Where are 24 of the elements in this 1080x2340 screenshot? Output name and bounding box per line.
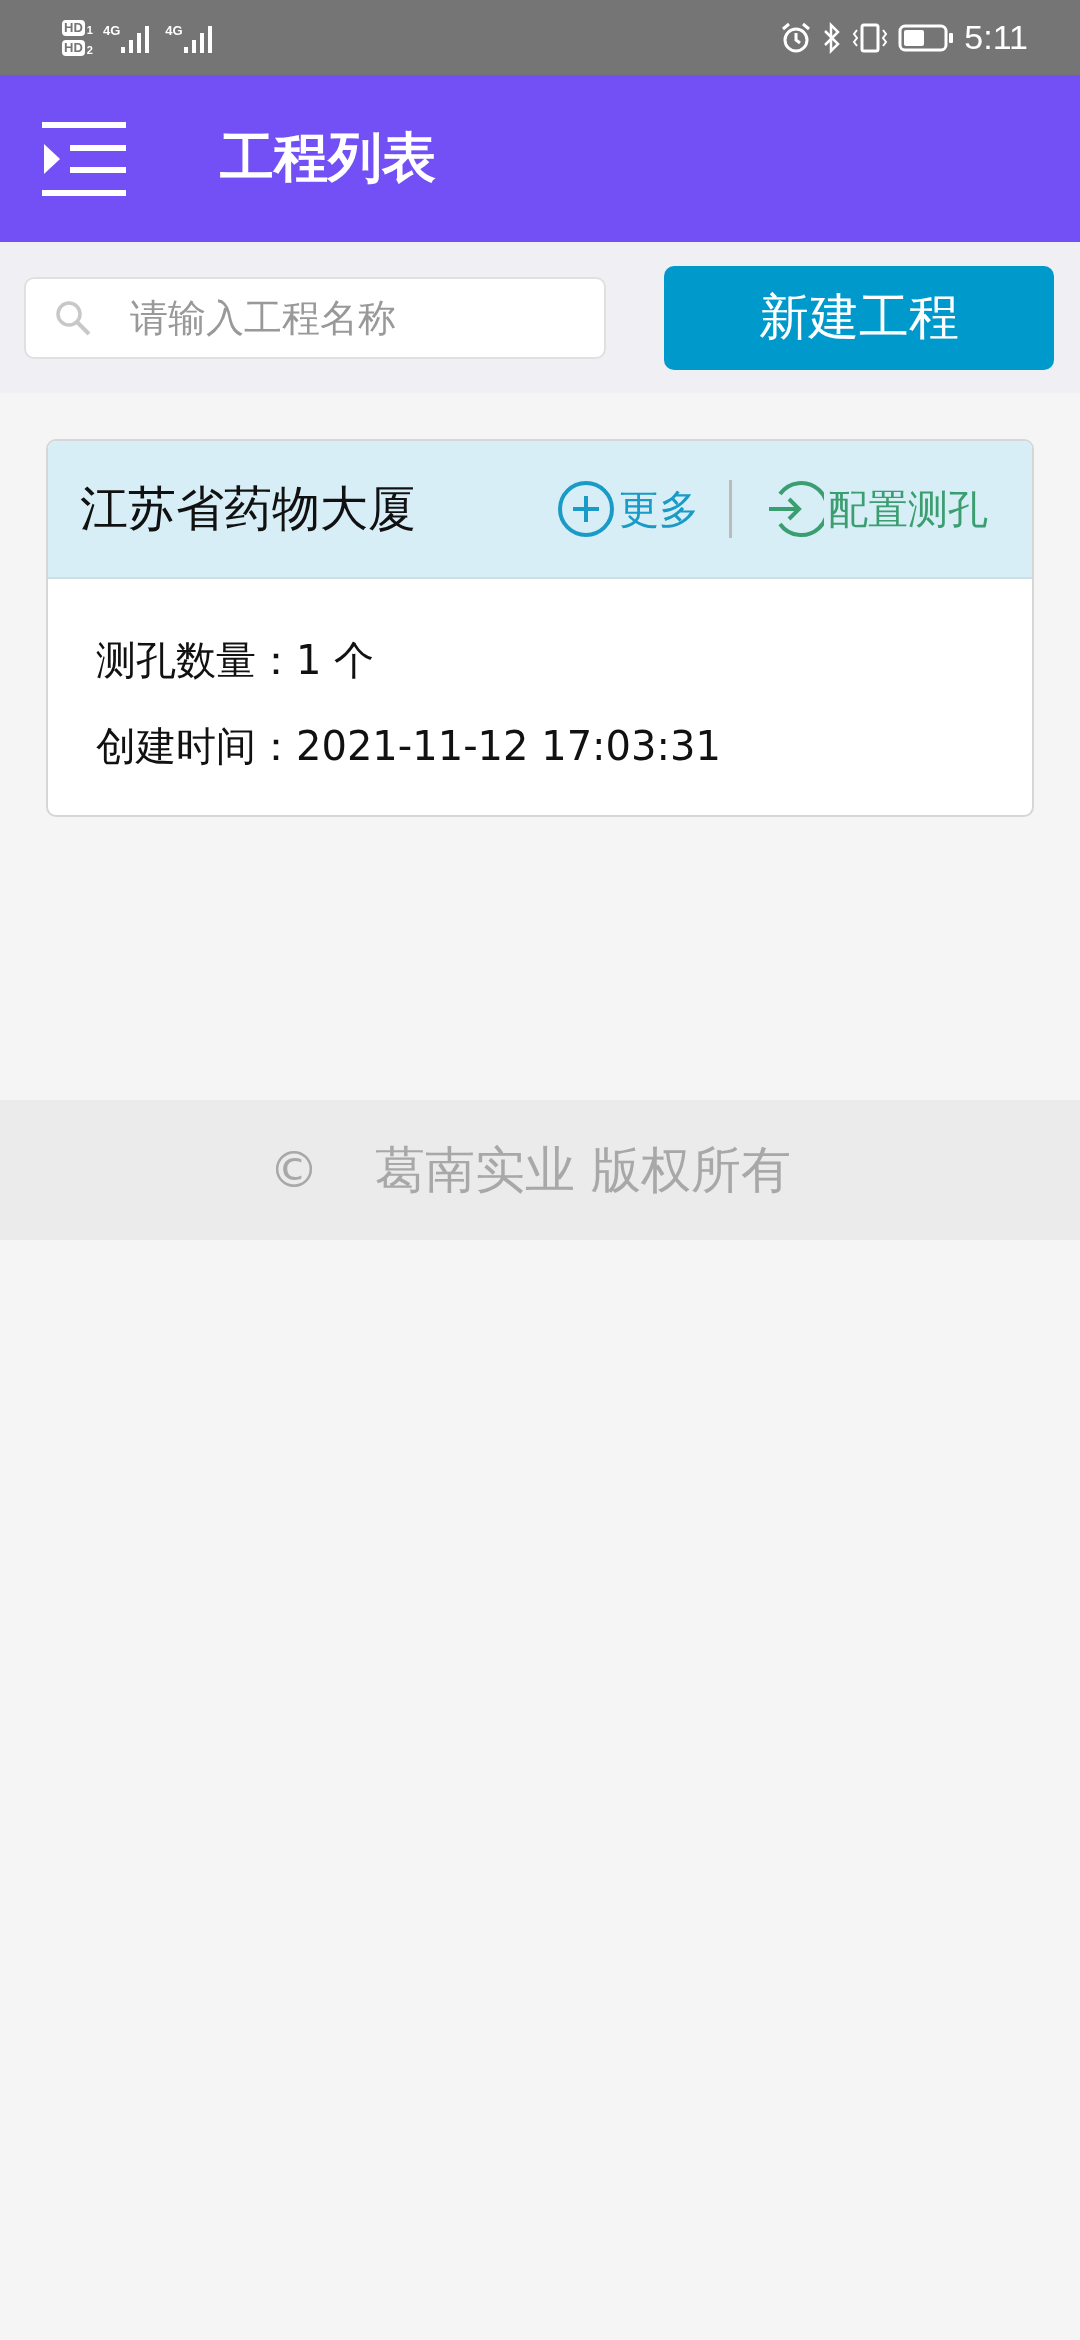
alarm-icon (780, 21, 813, 54)
search-field[interactable]: 请输入工程名称 (24, 276, 606, 359)
network-type: 4G (165, 22, 183, 38)
plus-circle-icon (557, 480, 615, 538)
menu-icon (42, 121, 126, 196)
hd-badge: HD (62, 39, 85, 56)
enter-icon (766, 480, 824, 538)
clock-time: 5:11 (964, 18, 1028, 57)
sim-index: 2 (86, 43, 93, 56)
copyright-text: 葛南实业 版权所有 (375, 1139, 791, 1201)
battery-icon (898, 22, 955, 53)
copyright-symbol: © (269, 1141, 320, 1199)
detail-text: 测孔数量：1 个 (96, 636, 376, 685)
new-project-button[interactable]: 新建工程 (664, 265, 1054, 370)
hd-badge: HD (62, 19, 85, 36)
vibrate-icon (852, 21, 889, 54)
menu-button[interactable] (42, 121, 126, 196)
sim-index: 1 (86, 23, 93, 36)
more-link[interactable]: 更多 (557, 480, 699, 538)
project-name: 江苏省药物大厦 (80, 479, 417, 538)
detail-text: 创建时间：2021-11-12 17:03:31 (96, 722, 722, 771)
network-type: 4G (102, 22, 121, 38)
page-title: 工程列表 (220, 125, 436, 191)
configure-link[interactable]: 配置测孔 (766, 480, 988, 538)
